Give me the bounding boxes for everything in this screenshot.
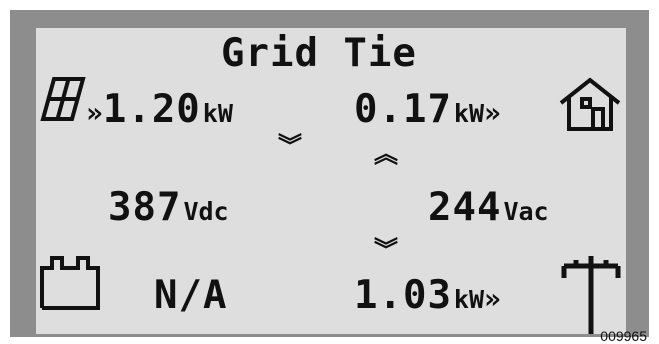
grid-power-unit: kW xyxy=(453,285,485,314)
home-power-unit: kW xyxy=(453,99,485,128)
house-icon xyxy=(559,77,621,131)
ac-voltage-unit: Vac xyxy=(503,197,549,226)
dc-voltage-unit: Vdc xyxy=(183,197,229,226)
pv-power-unit: kW xyxy=(202,99,233,128)
ac-voltage-readout: 244Vac xyxy=(428,188,549,227)
lcd-screen: Grid Tie »1.20kW 0.17kW» ︾ ︽ 387Vdc 244V… xyxy=(36,28,626,334)
battery-icon xyxy=(40,256,100,310)
grid-down-chevron: ︾ xyxy=(374,236,398,264)
home-flow-arrow: » xyxy=(484,96,501,129)
battery-status: N/A xyxy=(154,273,228,318)
grid-power-readout: 1.03kW» xyxy=(354,276,501,315)
home-power-readout: 0.17kW» xyxy=(354,90,501,129)
home-power-value: 0.17 xyxy=(354,87,452,132)
dc-voltage-value: 387 xyxy=(108,185,182,230)
grid-to-home-chevron: ︽ xyxy=(374,140,398,168)
pv-power-value: 1.20 xyxy=(102,87,201,132)
solar-panel-icon xyxy=(40,77,86,121)
grid-flow-arrow: » xyxy=(484,282,501,315)
grid-power-value: 1.03 xyxy=(354,273,452,318)
pv-flow-arrow: » xyxy=(86,96,103,129)
utility-pole-icon xyxy=(561,256,621,334)
mode-title: Grid Tie xyxy=(221,31,417,76)
dc-voltage-readout: 387Vdc xyxy=(108,188,229,227)
pv-to-battery-chevron: ︾ xyxy=(278,132,302,160)
pv-power-readout: »1.20kW xyxy=(86,90,233,129)
figure-number: 009965 xyxy=(600,328,647,344)
ac-voltage-value: 244 xyxy=(428,185,502,230)
